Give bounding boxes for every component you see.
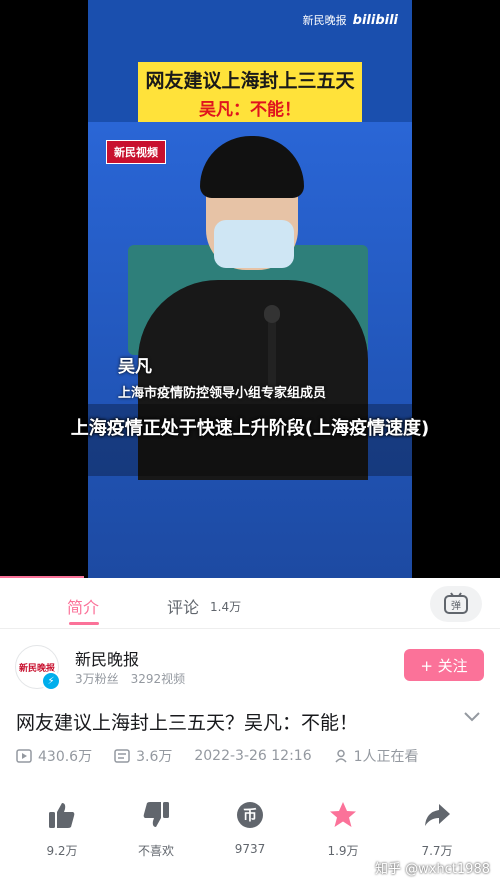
danmaku-count-icon [114, 749, 130, 763]
danmaku-icon: 弹 [444, 592, 468, 614]
thumbs-down-icon [143, 802, 169, 827]
expand-chevron-icon[interactable] [462, 710, 482, 724]
watching-count: 1人正在看 [353, 749, 419, 765]
headline-line2: 吴凡：不能！ [199, 100, 301, 120]
like-button[interactable]: 9.2万 [17, 796, 107, 859]
share-count: 7.7万 [421, 844, 453, 858]
video-frame: 新民晚报 bilibili 网友建议上海封上三五天 吴凡：不能！ 新民视频 吴凡… [88, 0, 412, 578]
watermark-brand: bilibili [352, 12, 398, 28]
share-icon [425, 804, 450, 826]
video-headline: 网友建议上海封上三五天 吴凡：不能！ [138, 62, 362, 126]
zhihu-watermark: 知乎 @wxhct1988 [374, 862, 490, 877]
speaker-name: 吴凡 [118, 357, 152, 377]
coin-icon: 币 [237, 802, 263, 828]
coin-count: 9737 [234, 842, 266, 856]
follow-button[interactable]: + 关注 [404, 649, 484, 681]
svg-text:币: 币 [243, 808, 257, 824]
like-count: 9.2万 [46, 844, 78, 858]
active-tab-indicator [69, 622, 99, 625]
danmaku-toggle-button[interactable]: 弹 [430, 586, 482, 622]
brand-tag: 新民视频 [106, 140, 166, 164]
viewer-icon [335, 749, 347, 763]
favorite-count: 1.9万 [327, 844, 359, 858]
microphone-icon [264, 305, 280, 323]
headline-line1: 网友建议上海封上三五天 [145, 70, 355, 92]
video-title: 网友建议上海封上三五天？吴凡：不能！ [16, 712, 359, 734]
danmaku-count: 3.6万 [136, 749, 173, 765]
video-player[interactable]: 新民晚报 bilibili 网友建议上海封上三五天 吴凡：不能！ 新民视频 吴凡… [0, 0, 500, 578]
video-watermark: 新民晚报 bilibili [303, 12, 398, 28]
play-count-icon [16, 749, 32, 763]
verified-icon: ⚡ [41, 671, 61, 691]
speaker-title: 上海市疫情防控领导小组专家组成员 [118, 386, 327, 401]
star-icon [330, 802, 356, 827]
watermark-source: 新民晚报 [302, 14, 347, 27]
dislike-button[interactable]: 不喜欢 [111, 796, 201, 859]
uploader-stats: 3万粉丝 3292视频 [75, 672, 186, 686]
thumbs-up-icon [49, 803, 75, 828]
tab-comments[interactable]: 评论 [167, 594, 199, 618]
share-button[interactable]: 7.7万 [392, 796, 482, 859]
view-count: 430.6万 [38, 749, 93, 765]
publish-date: 2022-3-26 12:16 [194, 748, 312, 764]
tab-intro[interactable]: 简介 [67, 594, 99, 618]
dislike-label: 不喜欢 [137, 844, 174, 858]
uploader-name[interactable]: 新民晚报 [75, 646, 139, 670]
favorite-button[interactable]: 1.9万 [298, 796, 388, 859]
video-meta: 430.6万 3.6万 2022-3-26 12:16 1人正在看 [16, 746, 419, 766]
svg-text:弹: 弹 [451, 599, 461, 612]
video-subtitle: 上海疫情正处于快速上升阶段(上海疫情速度) [70, 418, 430, 439]
comments-count: 1.4万 [210, 600, 242, 614]
speaker-mask [214, 220, 294, 268]
coin-button[interactable]: 币 9737 [205, 796, 295, 856]
action-bar: 9.2万 不喜欢 币 9737 1.9万 7.7万 [0, 796, 500, 866]
